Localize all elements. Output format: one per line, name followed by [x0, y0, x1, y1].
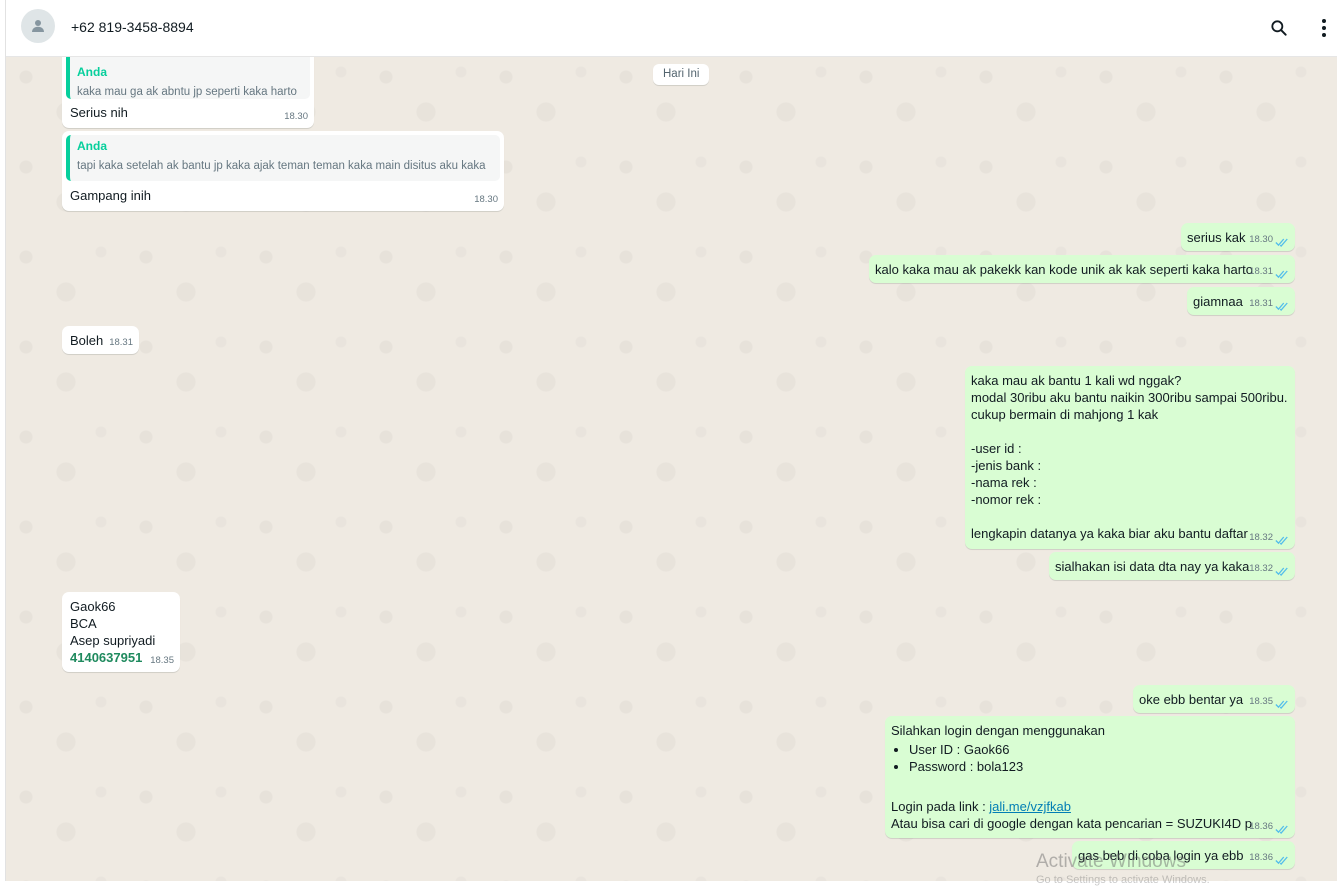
menu-dots-icon[interactable] [1312, 16, 1336, 40]
quote-sender: Anda [77, 65, 107, 79]
message-time: 18.30 [474, 194, 498, 205]
read-ticks-icon [1275, 856, 1288, 865]
message-text: kaka mau ak bantu 1 kali wd nggak? modal… [971, 373, 1288, 541]
quote-text: kaka mau ga ak abntu jp seperti kaka har… [77, 86, 297, 98]
message-text: Silahkan login dengan menggunakan [891, 723, 1105, 738]
account-number[interactable]: 4140637951 [70, 649, 142, 666]
read-ticks-icon [1275, 567, 1288, 576]
person-icon [32, 20, 44, 32]
message-bubble-incoming[interactable]: Gaok66 BCA Asep supriyadi 4140637951 18.… [62, 592, 180, 672]
message-bubble-incoming[interactable]: Anda kaka mau ga ak abntu jp seperti kak… [62, 57, 314, 128]
contact-name[interactable]: +62 819-3458-8894 [71, 19, 194, 35]
quote-text: tapi kaka setelah ak bantu jp kaka ajak … [77, 160, 486, 172]
message-bubble-outgoing[interactable]: kalo kaka mau ak pakekk kan kode unik ak… [869, 255, 1295, 283]
message-time: 18.30 [1249, 234, 1273, 245]
quote-sender: Anda [77, 139, 107, 153]
message-time: 18.30 [284, 111, 308, 122]
message-time: 18.35 [150, 655, 174, 666]
quoted-reply[interactable]: Anda kaka mau ga ak abntu jp seperti kak… [66, 57, 310, 99]
message-time: 18.36 [1249, 821, 1273, 832]
message-time: 18.31 [109, 337, 133, 348]
quoted-reply[interactable]: Anda tapi kaka setelah ak bantu jp kaka … [66, 135, 500, 181]
message-bubble-outgoing[interactable]: oke ebb bentar ya 18.35 [1133, 685, 1295, 713]
list-item: Password : bola123 [909, 758, 1289, 775]
read-ticks-icon [1275, 536, 1288, 545]
message-text: giamnaa [1193, 294, 1243, 309]
message-text: oke ebb bentar ya [1139, 692, 1244, 707]
login-line: Login pada link : jali.me/vzjfkab [891, 798, 1071, 815]
message-bubble-incoming[interactable]: Anda tapi kaka setelah ak bantu jp kaka … [62, 131, 504, 211]
link-prefix: Login pada link : [891, 799, 990, 814]
read-ticks-icon [1275, 825, 1288, 834]
read-ticks-icon [1275, 238, 1288, 247]
message-text: Gaok66 BCA Asep supriyadi [70, 599, 156, 648]
message-bubble-outgoing[interactable]: giamnaa 18.31 [1187, 287, 1295, 315]
list-item: User ID : Gaok66 [909, 741, 1289, 758]
message-bubble-outgoing[interactable]: Silahkan login dengan menggunakan User I… [885, 716, 1295, 838]
message-time: 18.35 [1249, 696, 1273, 707]
message-text: kalo kaka mau ak pakekk kan kode unik ak… [875, 262, 1253, 277]
message-text: Boleh [70, 333, 104, 348]
message-time: 18.32 [1249, 532, 1273, 543]
date-chip: Hari Ini [653, 64, 710, 85]
message-time: 18.36 [1249, 852, 1273, 863]
message-text: Gampang inih [70, 188, 151, 203]
read-ticks-icon [1275, 700, 1288, 709]
message-time: 18.31 [1249, 266, 1273, 277]
avatar[interactable] [21, 9, 55, 43]
message-time: 18.32 [1249, 563, 1273, 574]
message-text: sialhakan isi data dta nay ya kaka [1055, 559, 1250, 574]
read-ticks-icon [1275, 302, 1288, 311]
message-text: serius kak [1187, 230, 1246, 245]
message-time: 18.31 [1249, 298, 1273, 309]
credentials-list: User ID : Gaok66 Password : bola123 [891, 741, 1289, 775]
message-text: Serius nih [70, 105, 128, 120]
windows-activation-subtext: Go to Settings to activate Windows. [1036, 874, 1210, 886]
message-bubble-outgoing[interactable]: serius kak 18.30 [1181, 223, 1295, 251]
chat-header: +62 819-3458-8894 [6, 0, 1337, 57]
windows-activation-watermark: Activate Windows [1036, 851, 1186, 872]
login-link[interactable]: jali.me/vzjfkab [989, 799, 1071, 814]
message-text: Atau bisa cari di google dengan kata pen… [891, 816, 1252, 831]
message-bubble-incoming[interactable]: Boleh 18.31 [62, 326, 139, 354]
chat-panel[interactable]: Hari Ini Anda kaka mau ga ak abntu jp se… [6, 57, 1337, 881]
search-icon[interactable] [1267, 16, 1291, 40]
message-bubble-outgoing[interactable]: sialhakan isi data dta nay ya kaka 18.32 [1049, 552, 1295, 580]
read-ticks-icon [1275, 270, 1288, 279]
message-bubble-outgoing[interactable]: kaka mau ak bantu 1 kali wd nggak? modal… [965, 366, 1295, 549]
